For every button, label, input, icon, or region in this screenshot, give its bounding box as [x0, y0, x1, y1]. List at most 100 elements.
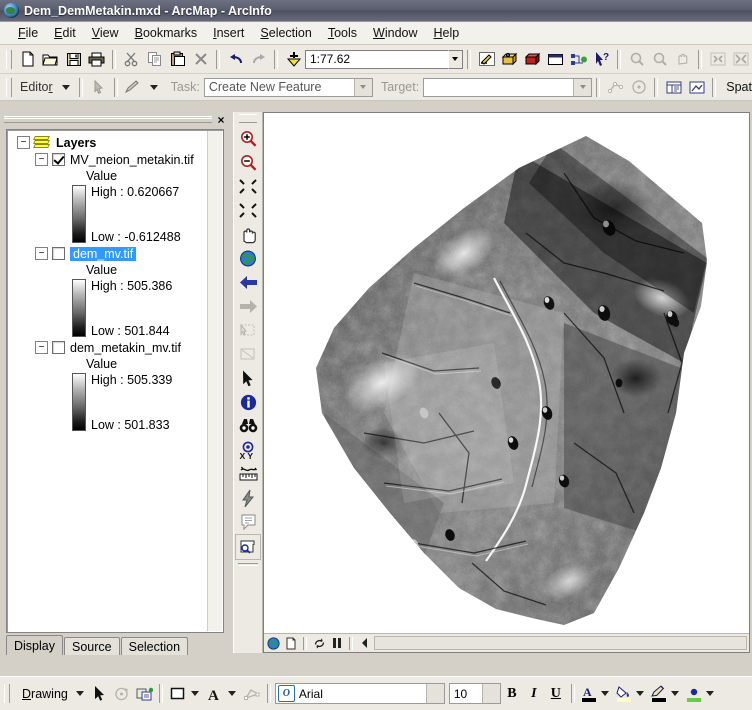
toolbar-grip[interactable]: [6, 49, 12, 69]
new-rectangle-icon[interactable]: [167, 683, 189, 705]
fixed-zoom-in-icon[interactable]: [236, 174, 260, 198]
cut-scissors-icon[interactable]: [120, 48, 143, 70]
expander-icon[interactable]: −: [35, 153, 48, 166]
underline-button[interactable]: U: [545, 683, 567, 705]
chevron-down-icon[interactable]: [635, 691, 644, 696]
fill-color-button[interactable]: [614, 683, 649, 704]
toolbar-grip[interactable]: [4, 684, 10, 703]
menu-tools[interactable]: Tools: [320, 24, 365, 42]
marker-color-button[interactable]: [684, 683, 719, 704]
chevron-down-icon[interactable]: [670, 691, 679, 696]
add-data-icon[interactable]: [282, 48, 305, 70]
map-scale-value[interactable]: 1:77.62: [305, 49, 448, 69]
expander-icon[interactable]: −: [35, 341, 48, 354]
font-color-button[interactable]: A: [579, 683, 614, 704]
refresh-icon[interactable]: [310, 635, 328, 651]
chevron-down-icon[interactable]: [600, 691, 609, 696]
go-forward-extent-icon[interactable]: [236, 294, 260, 318]
layer-visibility-checkbox[interactable]: [52, 153, 65, 166]
layer-visibility-checkbox[interactable]: [52, 341, 65, 354]
open-folder-icon[interactable]: [39, 48, 62, 70]
select-elements-arrow-icon[interactable]: [89, 683, 111, 705]
menu-help[interactable]: Help: [426, 24, 468, 42]
spatial-analyst-label[interactable]: Spat: [726, 80, 752, 94]
fixed-zoom-out-icon[interactable]: [236, 198, 260, 222]
chevron-down-icon[interactable]: [573, 78, 592, 96]
editor-menu-button[interactable]: Editor: [16, 80, 57, 94]
drawing-menu-button[interactable]: Drawing: [22, 687, 68, 701]
measure-ruler-icon[interactable]: [236, 462, 260, 486]
layer-visibility-checkbox[interactable]: [52, 247, 65, 260]
pan-hand-icon[interactable]: [236, 222, 260, 246]
identify-info-icon[interactable]: [236, 390, 260, 414]
font-name-combo[interactable]: O Arial: [274, 683, 445, 704]
save-icon[interactable]: [62, 48, 85, 70]
editor-toolbox-icon[interactable]: [475, 48, 498, 70]
toc-scrollbar[interactable]: [207, 131, 222, 631]
chevron-down-icon[interactable]: [61, 84, 70, 90]
toc-layer-row[interactable]: − dem_metakin_mv.tif: [7, 339, 223, 356]
new-text-icon[interactable]: A: [204, 683, 226, 705]
sketch-pencil-icon[interactable]: [122, 76, 145, 98]
toc-layer-row[interactable]: − dem_mv.tif: [7, 245, 223, 262]
scroll-left-icon[interactable]: [356, 635, 374, 651]
arctoolbox-icon[interactable]: [498, 48, 521, 70]
line-color-button[interactable]: [649, 683, 684, 704]
toolbar-grip[interactable]: [6, 77, 12, 97]
map-page-icon[interactable]: [282, 635, 300, 651]
python-window-icon[interactable]: [567, 48, 590, 70]
html-popup-icon[interactable]: [236, 510, 260, 534]
convert-graphics-icon[interactable]: [133, 683, 155, 705]
redo-icon[interactable]: [247, 48, 270, 70]
menu-view[interactable]: View: [84, 24, 127, 42]
print-icon[interactable]: [85, 48, 108, 70]
new-document-icon[interactable]: [16, 48, 39, 70]
menu-window[interactable]: Window: [365, 24, 425, 42]
italic-button[interactable]: I: [523, 683, 545, 705]
expander-icon[interactable]: −: [35, 247, 48, 260]
undo-icon[interactable]: [224, 48, 247, 70]
time-slider-icon[interactable]: [235, 534, 261, 560]
chevron-down-icon[interactable]: [190, 691, 199, 696]
whats-this-help-icon[interactable]: ?: [590, 48, 613, 70]
toc-layer-row[interactable]: − MV_meion_metakin.tif: [7, 151, 223, 168]
chevron-down-icon[interactable]: [227, 691, 236, 696]
model-builder-icon[interactable]: [521, 48, 544, 70]
menu-file[interactable]: File: [10, 24, 46, 42]
font-size-combo[interactable]: 10: [448, 683, 501, 704]
toolbar-grip[interactable]: [239, 114, 257, 123]
find-binoculars-icon[interactable]: [236, 414, 260, 438]
chevron-down-icon[interactable]: [149, 84, 158, 90]
menu-selection[interactable]: Selection: [252, 24, 319, 42]
select-elements-arrow-icon[interactable]: [236, 366, 260, 390]
go-back-extent-icon[interactable]: [236, 270, 260, 294]
go-to-xy-icon[interactable]: X Y: [236, 438, 260, 462]
chevron-down-icon[interactable]: [481, 684, 500, 703]
pause-drawing-icon[interactable]: [328, 635, 346, 651]
target-combo[interactable]: [423, 77, 593, 97]
command-window-icon[interactable]: [544, 48, 567, 70]
toc-title-grip[interactable]: ×: [4, 112, 228, 127]
expander-icon[interactable]: −: [17, 136, 30, 149]
task-combo[interactable]: Create New Feature: [203, 77, 373, 97]
tab-selection[interactable]: Selection: [120, 637, 189, 655]
paste-icon[interactable]: [166, 48, 189, 70]
chevron-down-icon[interactable]: [705, 691, 714, 696]
copy-icon[interactable]: [143, 48, 166, 70]
delete-x-icon[interactable]: [189, 48, 212, 70]
map-globe-icon[interactable]: [264, 635, 282, 651]
zoom-out-icon[interactable]: [236, 150, 260, 174]
menu-insert[interactable]: Insert: [205, 24, 252, 42]
menu-edit[interactable]: Edit: [46, 24, 84, 42]
bold-button[interactable]: B: [501, 683, 523, 705]
sketch-properties-icon[interactable]: [685, 76, 708, 98]
full-extent-globe-icon[interactable]: [236, 246, 260, 270]
menu-bookmarks[interactable]: Bookmarks: [127, 24, 206, 42]
chevron-down-icon[interactable]: [353, 78, 372, 96]
chevron-down-icon[interactable]: [75, 691, 84, 696]
toc-root-layers[interactable]: − Layers: [7, 134, 223, 151]
map-scale-dropdown-icon[interactable]: [447, 49, 463, 69]
close-icon[interactable]: ×: [214, 113, 228, 127]
chevron-down-icon[interactable]: [425, 684, 444, 703]
tab-display[interactable]: Display: [6, 635, 63, 655]
